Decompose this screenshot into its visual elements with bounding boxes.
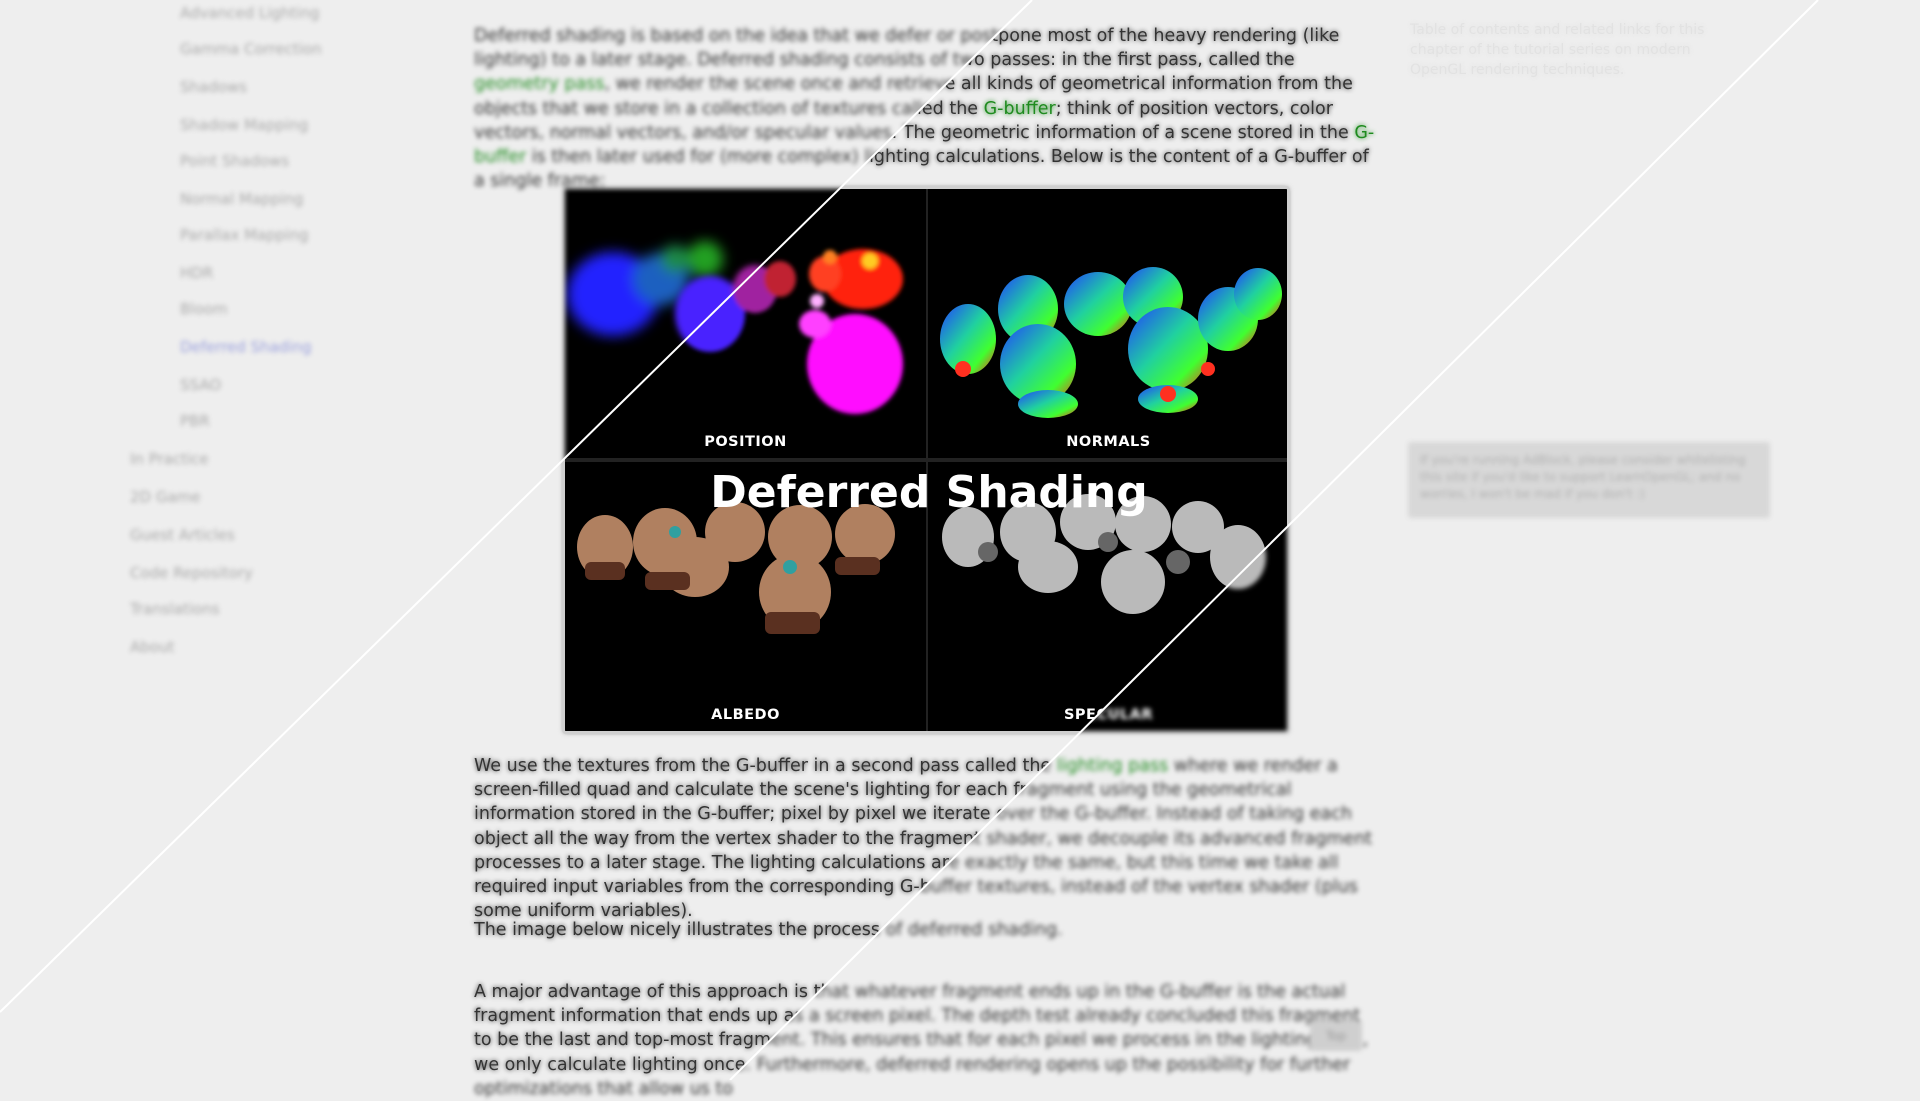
link-geometry-pass[interactable]: geometry pass [474,74,604,94]
sidebar-item[interactable]: PBR [180,412,210,430]
normals-quad: NORMALS [928,189,1287,458]
link-g-buffer[interactable]: G-buffer [984,99,1056,119]
link-lighting-pass[interactable]: lighting pass [1057,756,1168,776]
sidebar-item[interactable]: Normal Mapping [180,190,303,208]
sidebar-item[interactable]: 2D Game [130,488,201,506]
sidebar-item[interactable]: Translations [130,600,220,618]
sidebar-item[interactable]: Advanced Lighting [180,4,320,22]
albedo-label: ALBEDO [711,707,780,723]
sidebar-item[interactable]: Code Repository [130,564,253,582]
right-ghost-text: Table of contents and related links for … [1410,22,1705,78]
figure-divider-horizontal [565,458,1287,462]
sidebar-item[interactable]: In Practice [130,450,209,468]
sidebar-item[interactable]: SSAO [180,376,221,394]
notice-box: If you're running AdBlock, please consid… [1408,442,1770,518]
sidebar-item[interactable]: Guest Articles [130,526,235,544]
sidebar-item[interactable]: Shadow Mapping [180,116,308,134]
normals-image [940,267,1282,418]
sidebar-item[interactable]: Bloom [180,300,227,318]
sidebar-item[interactable]: HDR [180,264,213,282]
position-label: POSITION [704,434,787,450]
sidebar-item[interactable]: Gamma Correction [180,40,322,58]
sidebar-item[interactable]: Deferred Shading [180,338,311,356]
sidebar-item[interactable]: Shadows [180,78,247,96]
sidebar-item[interactable]: Point Shadows [180,152,289,170]
sidebar-item[interactable]: Parallax Mapping [180,226,308,244]
text: We use the textures from the G-buffer in… [474,756,1057,776]
normals-label: NORMALS [1066,434,1151,450]
scroll-top-button[interactable]: Top [1310,1021,1362,1051]
sidebar-item[interactable]: About [130,638,174,656]
figure-title: Deferred Shading [710,467,1148,518]
